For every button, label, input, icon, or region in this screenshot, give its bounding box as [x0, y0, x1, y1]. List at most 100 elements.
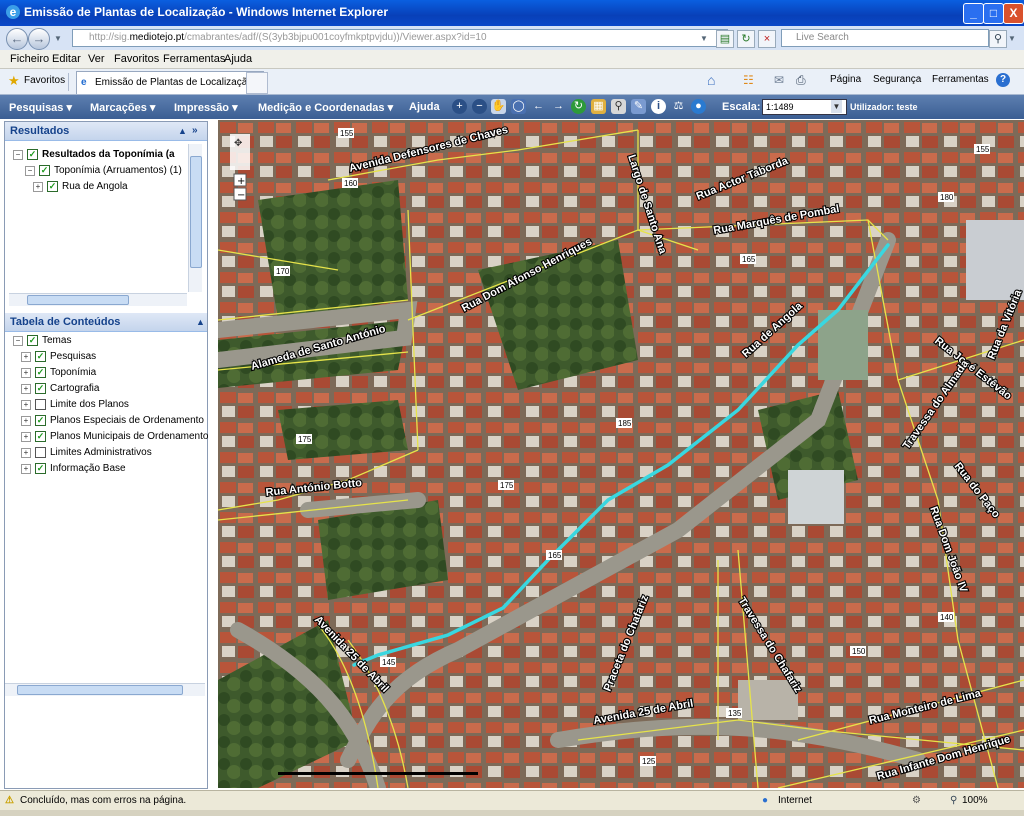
menu-impressao[interactable]: Impressão ▾	[174, 101, 238, 114]
page-menu[interactable]: Página	[830, 74, 861, 85]
menu-ajuda-app[interactable]: Ajuda	[409, 101, 440, 113]
zoom-icon[interactable]: ⚲	[950, 795, 957, 806]
search-input[interactable]: Live Search	[781, 29, 989, 47]
expand-icon[interactable]: +	[21, 367, 31, 378]
address-dropdown-icon[interactable]: ▼	[700, 34, 708, 43]
results-hscroll[interactable]	[9, 293, 187, 306]
menu-ficheiro[interactable]: Ficheiro	[10, 53, 49, 65]
checkbox[interactable]: ✓	[39, 165, 50, 176]
print-icon[interactable]: ⎙	[796, 73, 806, 88]
expand-icon[interactable]: +	[21, 351, 31, 362]
menu-ajuda[interactable]: Ajuda	[224, 53, 252, 65]
toc-item-pesquisas[interactable]: + ✓ Pesquisas	[21, 351, 96, 362]
layers-icon[interactable]: ▦	[591, 99, 606, 114]
identify-icon[interactable]: ⚲	[611, 99, 626, 114]
refresh-map-icon[interactable]: ↻	[571, 99, 586, 114]
favorites-button[interactable]: Favoritos	[24, 75, 65, 86]
pan-hand-icon[interactable]: ✋	[491, 99, 506, 114]
toc-item-limite-planos[interactable]: + Limite dos Planos	[21, 399, 129, 410]
menu-ferramentas[interactable]: Ferramentas	[163, 53, 225, 65]
scroll-thumb[interactable]	[27, 295, 129, 305]
expand-icon[interactable]: +	[21, 415, 31, 426]
checkbox[interactable]	[35, 447, 46, 458]
warning-icon[interactable]: ⚠	[5, 795, 14, 806]
scale-dropdown-icon[interactable]: ▼	[831, 100, 842, 113]
menu-editar[interactable]: Editar	[52, 53, 81, 65]
toc-item-limites-administrativos[interactable]: + Limites Administrativos	[21, 447, 152, 458]
expand-icon[interactable]: +	[21, 431, 31, 442]
forward-extent-icon[interactable]: →	[551, 99, 566, 114]
favorites-star-icon[interactable]: ★	[8, 73, 20, 89]
menu-medicao[interactable]: Medição e Coordenadas ▾	[258, 101, 393, 114]
close-window-button[interactable]: X	[1003, 3, 1024, 24]
minimize-button[interactable]: _	[963, 3, 984, 24]
security-menu[interactable]: Segurança	[873, 74, 921, 85]
expand-icon[interactable]: +	[21, 383, 31, 394]
zoom-in-icon[interactable]: +	[452, 99, 467, 114]
checkbox[interactable]: ✓	[35, 351, 46, 362]
tools-menu[interactable]: Ferramentas	[932, 74, 989, 85]
toc-item-cartografia[interactable]: + ✓ Cartografia	[21, 383, 99, 394]
collapse-icon[interactable]: −	[13, 335, 23, 346]
aerial-map[interactable]: Avenida Defensores de Chaves Largo de Sa…	[218, 120, 1024, 788]
search-options-icon[interactable]: ▼	[1008, 34, 1016, 43]
browser-tab[interactable]: e Emissão de Plantas de Localização	[76, 71, 264, 94]
expand-icon[interactable]: +	[21, 399, 31, 410]
mail-icon[interactable]: ✉	[774, 73, 784, 87]
search-icon[interactable]: ⚲	[989, 30, 1007, 48]
address-bar[interactable]: http://sig.mediotejo.pt/cmabrantes/adf/(…	[72, 29, 728, 47]
expand-icon[interactable]: +	[21, 447, 31, 458]
tree-row-results[interactable]: − ✓ Resultados da Toponímia (a	[13, 149, 175, 160]
collapse-up-icon[interactable]: ▲	[173, 122, 187, 140]
refresh-icon[interactable]: ↻	[737, 30, 755, 48]
expand-icon[interactable]: +	[21, 463, 31, 474]
checkbox[interactable]: ✓	[35, 431, 46, 442]
select-icon[interactable]: ✎	[631, 99, 646, 114]
zoom-level[interactable]: 100%	[962, 795, 988, 806]
menu-favoritos[interactable]: Favoritos	[114, 53, 159, 65]
toc-root[interactable]: − ✓ Temas	[13, 335, 71, 346]
tree-row-toponimia-arruamentos[interactable]: − ✓ Toponímia (Arruamentos) (1)	[25, 165, 182, 176]
compatibility-icon[interactable]: ▤	[716, 30, 734, 48]
feeds-icon[interactable]: ☷	[743, 73, 754, 87]
collapse-up-icon[interactable]: ▲	[191, 313, 205, 331]
checkbox[interactable]: ✓	[35, 415, 46, 426]
maximize-button[interactable]: □	[983, 3, 1004, 24]
checkbox[interactable]: ✓	[35, 463, 46, 474]
new-tab-button[interactable]	[246, 72, 268, 94]
toc-item-informacao-base[interactable]: + ✓ Informação Base	[21, 463, 126, 474]
history-dropdown-icon[interactable]: ▼	[54, 34, 62, 43]
back-button[interactable]: ←	[6, 28, 28, 50]
pan-arrows-icon[interactable]: ✥	[234, 138, 242, 149]
measure-icon[interactable]: ⚖	[671, 99, 686, 114]
checkbox[interactable]: ✓	[27, 149, 38, 160]
checkbox[interactable]: ✓	[35, 383, 46, 394]
collapse-icon[interactable]: −	[25, 165, 35, 176]
protected-mode-icon[interactable]: ⚙	[912, 795, 921, 806]
zoom-out-icon[interactable]: −	[472, 99, 487, 114]
scroll-thumb[interactable]	[17, 685, 183, 695]
checkbox[interactable]	[35, 399, 46, 410]
forward-button[interactable]: →	[28, 28, 50, 50]
stop-icon[interactable]: ×	[758, 30, 776, 48]
home-icon[interactable]: ⌂	[707, 72, 715, 88]
info-icon[interactable]: i	[651, 99, 666, 114]
menu-ver[interactable]: Ver	[88, 53, 105, 65]
back-extent-icon[interactable]: ←	[531, 99, 546, 114]
toc-item-planos-especiais[interactable]: + ✓ Planos Especiais de Ordenamento	[21, 415, 204, 426]
expand-icon[interactable]: +	[33, 181, 43, 192]
scroll-thumb[interactable]	[190, 156, 202, 268]
checkbox[interactable]: ✓	[27, 335, 38, 346]
toc-item-planos-municipais[interactable]: + ✓ Planos Municipais de Ordenamento	[21, 431, 208, 442]
menu-marcacoes[interactable]: Marcações ▾	[90, 101, 155, 114]
toc-hscroll[interactable]	[5, 683, 205, 696]
checkbox[interactable]: ✓	[47, 181, 58, 192]
collapse-icon[interactable]: −	[13, 149, 23, 160]
checkbox[interactable]: ✓	[35, 367, 46, 378]
menu-pesquisas[interactable]: Pesquisas ▾	[9, 101, 72, 114]
toc-item-toponimia[interactable]: + ✓ Toponímia	[21, 367, 96, 378]
globe-icon[interactable]: ●	[691, 99, 706, 114]
zoom-extent-icon[interactable]: ◯	[511, 99, 526, 114]
expand-right-icon[interactable]: »	[187, 122, 198, 140]
results-vscroll[interactable]	[188, 144, 202, 292]
